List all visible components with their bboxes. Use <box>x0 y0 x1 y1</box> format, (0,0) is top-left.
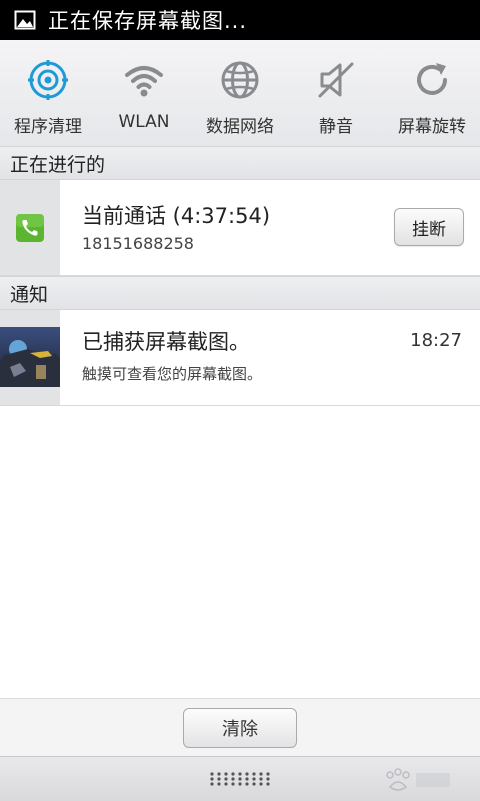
quick-toggles-panel: 程序清理 WLAN 数据网络 静音 屏幕旋转 <box>0 40 480 147</box>
notification-title: 已捕获屏幕截图。 <box>82 330 250 354</box>
toggle-mute[interactable]: 静音 <box>288 40 384 146</box>
notification-time: 18:27 <box>410 330 462 351</box>
call-title: 当前通话 (4:37:54) <box>82 204 271 228</box>
globe-icon <box>221 61 259 99</box>
toggle-label: 数据网络 <box>206 117 274 137</box>
rotate-icon <box>417 63 447 95</box>
section-header-notifications: 通知 <box>0 276 480 310</box>
hangup-button[interactable]: 挂断 <box>394 208 464 246</box>
toggle-label: 程序清理 <box>14 117 82 137</box>
image-icon <box>14 10 36 30</box>
clear-bar: 清除 <box>0 698 480 757</box>
cleanup-icon <box>28 60 68 100</box>
toggle-cleanup[interactable]: 程序清理 <box>0 40 96 146</box>
toggle-label: 屏幕旋转 <box>398 117 466 137</box>
toggle-data-network[interactable]: 数据网络 <box>192 40 288 146</box>
screenshot-thumbnail-image <box>0 327 60 387</box>
drag-handle-bar[interactable] <box>0 756 480 801</box>
phone-thumb <box>0 180 60 275</box>
notification-subtitle: 触摸可查看您的屏幕截图。 <box>82 365 263 383</box>
notification-item[interactable]: 已捕获屏幕截图。 触摸可查看您的屏幕截图。 18:27 <box>0 310 480 406</box>
clear-button[interactable]: 清除 <box>183 708 297 748</box>
phone-icon <box>16 213 44 242</box>
toggle-wlan[interactable]: WLAN <box>96 40 192 146</box>
section-header-ongoing: 正在进行的 <box>0 146 480 180</box>
call-number: 18151688258 <box>82 234 194 253</box>
toggle-label: 静音 <box>319 117 353 137</box>
toggle-label: WLAN <box>118 112 170 132</box>
wifi-icon <box>125 66 163 97</box>
status-bar: 正在保存屏幕截图... <box>0 0 480 40</box>
status-title: 正在保存屏幕截图... <box>48 9 248 33</box>
toggle-screen-rotation[interactable]: 屏幕旋转 <box>384 40 480 146</box>
section-title: 正在进行的 <box>10 153 106 176</box>
grip-icon <box>210 772 270 786</box>
watermark-logo <box>386 768 450 791</box>
mute-icon <box>318 62 354 98</box>
ongoing-call-item[interactable]: 当前通话 (4:37:54) 18151688258 挂断 <box>0 180 480 276</box>
section-title: 通知 <box>10 283 49 306</box>
screenshot-thumbnail <box>0 310 60 405</box>
